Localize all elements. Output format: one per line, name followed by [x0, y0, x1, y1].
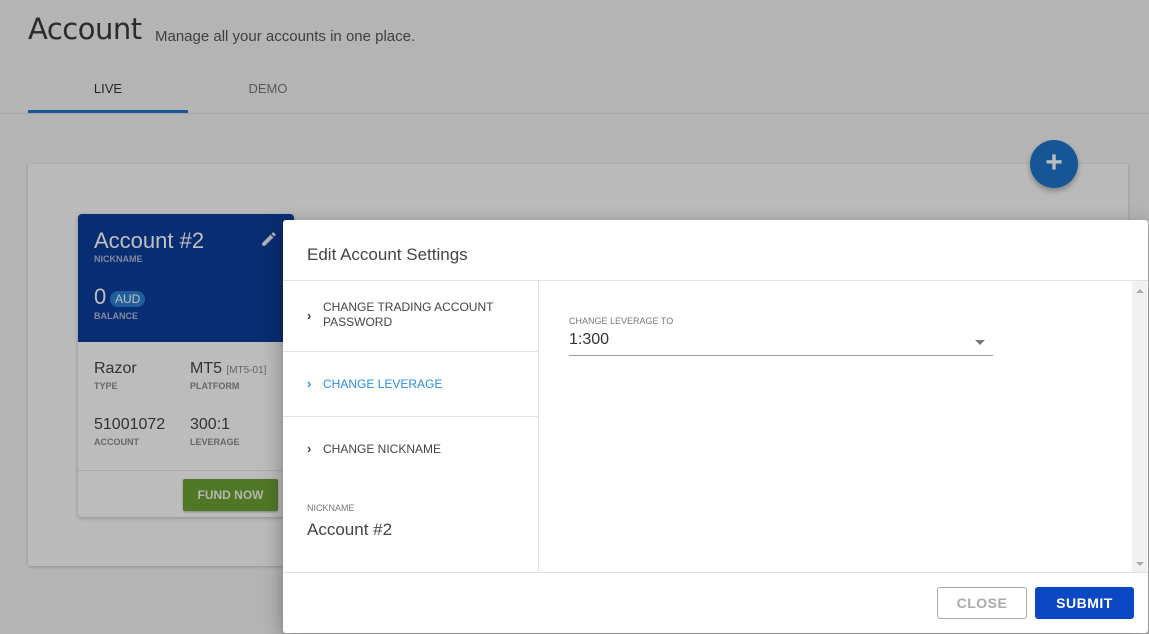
menu-item-label: CHANGE TRADING ACCOUNT PASSWORD — [323, 300, 494, 329]
nickname-field-label: NICKNAME — [307, 503, 355, 513]
chevron-right-icon: › — [307, 441, 312, 456]
settings-menu: › CHANGE TRADING ACCOUNT PASSWORD › CHAN… — [283, 281, 539, 572]
dialog-footer-divider — [283, 572, 1148, 573]
dialog-title: Edit Account Settings — [307, 245, 468, 264]
menu-change-leverage[interactable]: › CHANGE LEVERAGE — [283, 352, 538, 417]
dropdown-arrow-icon — [975, 340, 985, 345]
leverage-select-value: 1:300 — [569, 331, 610, 348]
menu-change-password[interactable]: › CHANGE TRADING ACCOUNT PASSWORD — [283, 281, 538, 352]
close-button[interactable]: CLOSE — [937, 587, 1027, 619]
menu-change-nickname[interactable]: › CHANGE NICKNAME — [283, 417, 538, 483]
leverage-select-label: CHANGE LEVERAGE TO — [569, 316, 674, 326]
nickname-field-value: Account #2 — [307, 520, 393, 539]
chevron-right-icon: › — [307, 308, 312, 323]
menu-item-label: CHANGE LEVERAGE — [323, 377, 443, 391]
submit-button[interactable]: SUBMIT — [1035, 587, 1134, 619]
menu-item-label: CHANGE NICKNAME — [323, 442, 442, 456]
content-scrollbar[interactable] — [1132, 281, 1147, 572]
chevron-right-icon: › — [307, 376, 312, 391]
edit-account-dialog: Edit Account Settings › CHANGE TRADING A… — [283, 220, 1148, 633]
scroll-down-icon[interactable] — [1136, 562, 1144, 566]
leverage-select[interactable]: 1:300 — [569, 328, 993, 356]
scroll-up-icon[interactable] — [1136, 289, 1144, 293]
